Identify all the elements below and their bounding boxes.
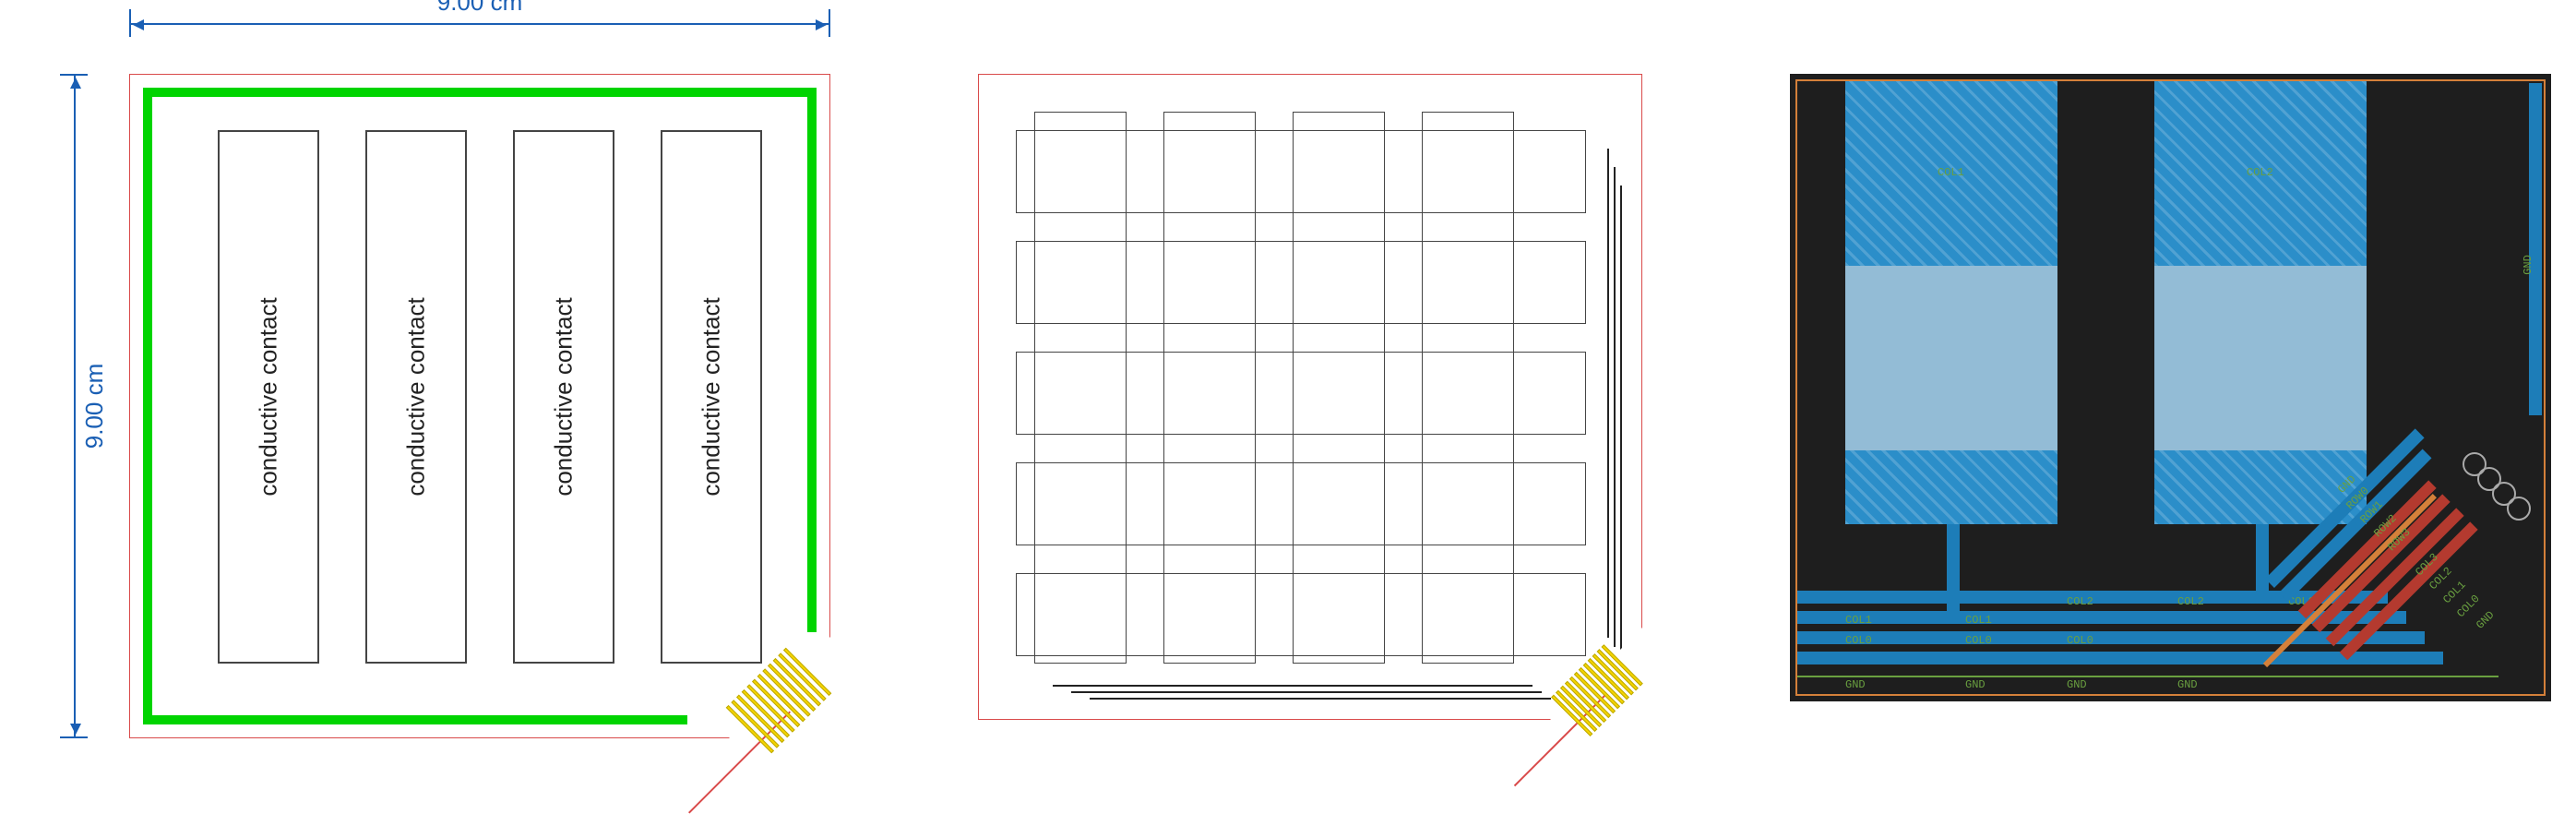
dimension-width-value: 9.00 cm [432,0,529,17]
conductive-contact: conductive contact [513,130,614,664]
trace-vertical [2529,83,2542,415]
grid-row [1016,352,1586,435]
grid-row [1016,573,1586,656]
trace [1071,691,1542,693]
net-label: COL2 [2177,595,2204,608]
board-outline-left: conductive contact conductive contact co… [129,74,830,738]
contact-label: conductive contact [698,297,726,496]
guard-ring-top [143,88,817,97]
contact-label: conductive contact [402,297,431,496]
net-label: GND [2475,608,2498,631]
net-label: COL2 [2247,166,2273,179]
contact-label: conductive contact [255,297,283,496]
conductive-contact: conductive contact [661,130,762,664]
dimension-height-value: 9.00 cm [80,358,109,455]
trace [1053,685,1532,687]
panel-right: COL1 COL2 COL1 COL1 COL2 COL2 COL2 COL0 … [1790,74,2551,701]
net-label: COL1 [1845,614,1872,627]
pad-col-inner [1845,266,2057,450]
grid-row [1016,462,1586,545]
guard-ring-bottom [143,715,687,724]
pad-icon [2507,497,2531,521]
trace [1607,149,1609,638]
net-label: COL1 [1965,614,1992,627]
net-label: COL1 [1938,166,1964,179]
net-label: GND [2522,255,2534,275]
net-label: COL0 [1965,634,1992,647]
trace [1620,186,1622,656]
dimension-width: 9.00 cm [129,14,830,42]
guard-ring-left [143,88,152,724]
board-outline-middle [978,74,1642,720]
guard-ring-right [807,88,817,632]
grid-row [1016,241,1586,324]
net-label: GND [1845,678,1866,691]
net-label: GND [2067,678,2087,691]
conductive-contact: conductive contact [365,130,467,664]
dimension-height: 9.00 cm [65,74,92,738]
net-label: COL0 [1845,634,1872,647]
net-label: COL0 [2067,634,2093,647]
panel-middle [978,74,1642,720]
pad-col [1845,450,2057,524]
trace [1614,167,1616,647]
contact-label: conductive contact [550,297,578,496]
trace [1090,698,1551,700]
net-label: COL2 [2067,595,2093,608]
grid-row [1016,130,1586,213]
net-label: GND [2177,678,2198,691]
connector-zone: COL3 COL2 COL1 COL0 ROW3 ROW2 ROW1 ROW0 … [2265,415,2542,692]
net-label: GND [1965,678,1986,691]
trace-stub [1947,524,1960,613]
panel-left: 9.00 cm 9.00 cm conductive contact condu… [74,55,849,738]
conductive-contact: conductive contact [218,130,319,664]
